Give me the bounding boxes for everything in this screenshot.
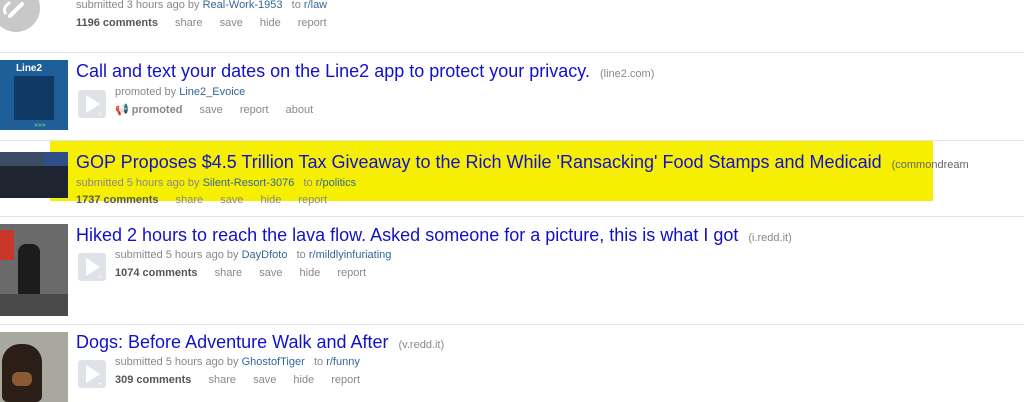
author-link[interactable]: Silent-Resort-3076 — [203, 177, 295, 189]
post-title[interactable]: Dogs: Before Adventure Walk and After (v.… — [76, 332, 444, 353]
report-button[interactable]: report — [240, 104, 269, 116]
post-title-text[interactable]: Dogs: Before Adventure Walk and After — [76, 332, 389, 352]
about-button[interactable]: about — [286, 104, 314, 116]
tagline-to: to — [313, 356, 324, 368]
post-divider — [0, 324, 1024, 325]
post-buttons: 1737 comments share save hide report — [76, 194, 341, 206]
post-title[interactable]: Call and text your dates on the Line2 ap… — [76, 61, 654, 82]
post-title-text[interactable]: Hiked 2 hours to reach the lava flow. As… — [76, 225, 738, 245]
report-button[interactable]: report — [331, 374, 360, 386]
post-domain[interactable]: (line2.com) — [600, 68, 654, 80]
thumbnail-ground — [0, 294, 68, 316]
tagline-text: promoted by — [115, 86, 177, 98]
post-buttons: 📢 promoted save report about — [115, 103, 327, 116]
expando-play-icon[interactable]: + — [78, 253, 106, 281]
post-tagline: promoted by Line2_Evoice — [115, 86, 245, 98]
comments-link[interactable]: 1074 comments — [115, 267, 198, 279]
post-divider — [0, 216, 1024, 217]
author-link[interactable]: GhostofTiger — [242, 356, 305, 368]
author-link[interactable]: Line2_Evoice — [179, 86, 245, 98]
thumbnail-inner-image — [14, 76, 54, 120]
report-button[interactable]: report — [337, 267, 366, 279]
subreddit-link[interactable]: r/funny — [326, 356, 360, 368]
post-domain[interactable]: (i.redd.it) — [748, 232, 791, 244]
post-tagline: submitted 5 hours ago by Silent-Resort-3… — [76, 177, 356, 189]
hide-button[interactable]: hide — [293, 374, 314, 386]
svg-text:+: + — [98, 111, 102, 118]
post-buttons: 309 comments share save hide report — [115, 374, 374, 386]
comments-link[interactable]: 1196 comments — [76, 17, 158, 29]
save-button[interactable]: save — [220, 194, 243, 206]
post-thumbnail[interactable] — [0, 332, 68, 402]
post-tagline: submitted 5 hours ago by DayDfoto to r/m… — [115, 249, 391, 261]
expando-play-icon[interactable]: + — [78, 360, 106, 388]
tagline-text: submitted 5 hours ago by — [115, 356, 239, 368]
post-title[interactable]: GOP Proposes $4.5 Trillion Tax Giveaway … — [76, 152, 969, 173]
subreddit-link[interactable]: r/law — [304, 0, 327, 11]
promoted-label: promoted — [131, 104, 183, 116]
share-button[interactable]: share — [215, 267, 243, 279]
tagline-text: submitted 3 hours ago by — [76, 0, 200, 11]
subreddit-link[interactable]: r/mildlyinfuriating — [309, 249, 392, 261]
save-button[interactable]: save — [220, 17, 243, 29]
expando-play-icon[interactable]: + — [78, 90, 106, 118]
tagline-text: submitted 5 hours ago by — [115, 249, 239, 261]
post-title-text[interactable]: Call and text your dates on the Line2 ap… — [76, 61, 590, 81]
save-button[interactable]: save — [259, 267, 282, 279]
post-tagline: submitted 3 hours ago by Real-Work-1953 … — [76, 0, 327, 11]
post-thumbnail[interactable] — [0, 152, 68, 198]
post-thumbnail[interactable] — [0, 224, 68, 316]
report-button[interactable]: report — [298, 194, 327, 206]
save-button[interactable]: save — [200, 104, 223, 116]
svg-text:+: + — [98, 381, 102, 388]
thumbnail-lava — [0, 230, 14, 260]
tagline-to: to — [296, 249, 306, 261]
share-button[interactable]: share — [176, 194, 204, 206]
post-domain[interactable]: (v.redd.it) — [399, 339, 445, 351]
thumbnail-arrow-icon: »»» — [34, 122, 46, 129]
post-domain[interactable]: (commondream — [892, 159, 969, 171]
tagline-to: to — [291, 0, 301, 11]
comments-link[interactable]: 1737 comments — [76, 194, 159, 206]
author-link[interactable]: Real-Work-1953 — [203, 0, 283, 11]
comments-link[interactable]: 309 comments — [115, 374, 191, 386]
tagline-to: to — [303, 177, 313, 189]
tagline-text: submitted 5 hours ago by — [76, 177, 200, 189]
post-title-text[interactable]: GOP Proposes $4.5 Trillion Tax Giveaway … — [76, 152, 882, 172]
report-button[interactable]: report — [298, 17, 327, 29]
hide-button[interactable]: hide — [300, 267, 321, 279]
post-tagline: submitted 5 hours ago by GhostofTiger to… — [115, 356, 360, 368]
save-button[interactable]: save — [253, 374, 276, 386]
post-thumbnail[interactable]: Line2 »»» — [0, 60, 68, 130]
share-button[interactable]: share — [209, 374, 237, 386]
hide-button[interactable]: hide — [260, 17, 281, 29]
post-divider — [0, 52, 1024, 53]
svg-text:+: + — [98, 274, 102, 281]
share-button[interactable]: share — [175, 17, 203, 29]
post-title[interactable]: Hiked 2 hours to reach the lava flow. As… — [76, 225, 792, 246]
link-thumbnail-icon[interactable] — [0, 0, 40, 38]
megaphone-icon: 📢 — [115, 104, 129, 116]
author-link[interactable]: DayDfoto — [242, 249, 288, 261]
thumbnail-people — [0, 166, 68, 198]
subreddit-link[interactable]: r/politics — [316, 177, 356, 189]
post-buttons: 1196 comments share save hide report — [76, 17, 341, 29]
post-buttons: 1074 comments share save hide report — [115, 267, 380, 279]
hide-button[interactable]: hide — [261, 194, 282, 206]
thumbnail-brand-text: Line2 — [15, 63, 43, 74]
thumbnail-dog-muzzle — [12, 372, 32, 386]
